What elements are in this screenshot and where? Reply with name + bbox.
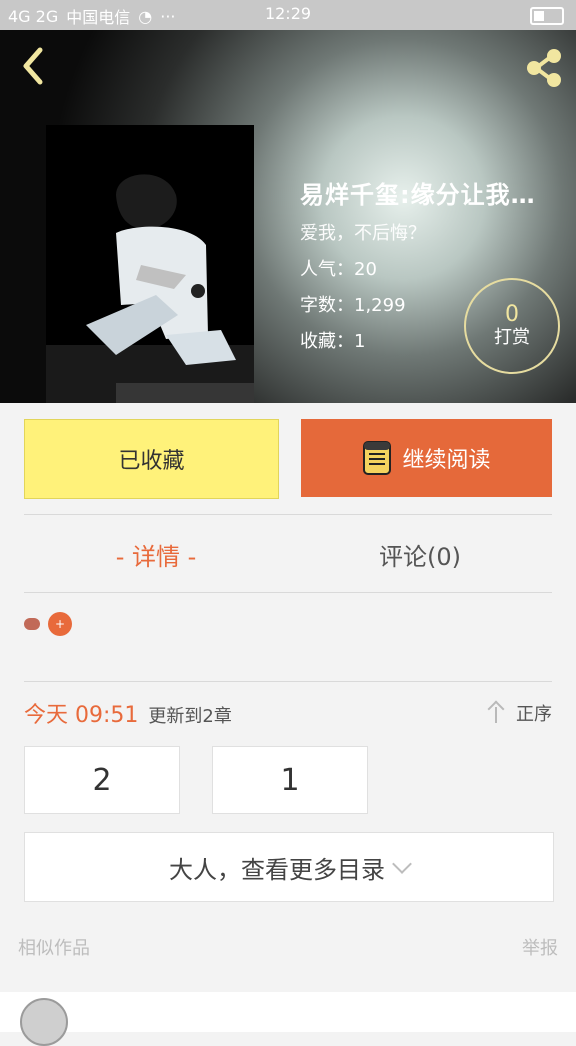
tag-pill[interactable] <box>24 618 40 630</box>
more-catalog-button[interactable]: 大人，查看更多目录 <box>24 832 554 902</box>
chapter-label: 1 <box>280 762 300 798</box>
report-link[interactable]: 举报 <box>522 934 558 960</box>
book-cover-image[interactable] <box>46 125 254 403</box>
chapter-item[interactable]: 2 <box>24 746 180 814</box>
update-description: 更新到2章 <box>148 706 232 727</box>
continue-reading-label: 继续阅读 <box>402 448 491 473</box>
divider-tags <box>24 681 552 682</box>
arrow-up-icon <box>486 703 506 723</box>
tab-details[interactable]: - 详情 - <box>24 516 288 592</box>
word-count-label: 字数： <box>300 295 354 316</box>
favorites-value: 1 <box>354 331 366 352</box>
back-button[interactable] <box>14 46 54 86</box>
status-time: 12:29 <box>264 4 312 23</box>
tip-label: 打赏 <box>494 327 530 349</box>
battery-icon <box>530 7 564 25</box>
footer-labels: 相似作品 举报 <box>18 934 558 960</box>
collected-label: 已收藏 <box>118 449 185 474</box>
popularity-value: 20 <box>354 259 377 280</box>
sort-order-label: 正序 <box>516 704 552 725</box>
update-row: 今天 09:51 更新到2章 正序 <box>24 690 552 736</box>
continue-reading-button[interactable]: 继续阅读 <box>301 419 552 497</box>
tip-button[interactable]: 0 打赏 <box>464 278 560 374</box>
cover-illustration <box>46 125 254 403</box>
divider-tabs <box>24 592 552 593</box>
sort-order-button[interactable]: 正序 <box>486 700 552 726</box>
comment-preview-card <box>0 992 576 1032</box>
chevron-down-icon <box>392 854 412 874</box>
word-count-value: 1,299 <box>354 295 406 316</box>
book-icon <box>363 441 392 475</box>
tip-count: 0 <box>505 302 519 328</box>
tags-row: + <box>24 612 72 636</box>
popularity-label: 人气： <box>300 259 354 280</box>
share-icon <box>527 49 561 87</box>
detail-tabs: - 详情 - 评论(0) <box>24 516 552 592</box>
popularity-row: 人气：20 <box>300 255 570 281</box>
divider-top <box>24 514 552 515</box>
avatar[interactable] <box>20 998 68 1046</box>
update-info: 今天 09:51 更新到2章 <box>24 697 232 729</box>
book-subtitle: 爱我，不后悔？ <box>300 223 426 244</box>
favorites-label: 收藏： <box>300 331 354 352</box>
book-title: 易烊千玺:缘分让我… <box>300 181 536 209</box>
share-button[interactable] <box>522 46 566 90</box>
chevron-left-icon <box>23 47 43 85</box>
status-bar: 4G 2G 中国电信 ◔ ··· 12:29 <box>0 0 576 30</box>
chapter-label: 2 <box>92 762 112 798</box>
more-catalog-label: 大人，查看更多目录 <box>169 855 385 884</box>
primary-actions: 已收藏 继续阅读 <box>24 419 552 499</box>
add-tag-button[interactable]: + <box>48 612 72 636</box>
tab-details-label: - 详情 - <box>115 542 197 571</box>
book-hero: 易烊千玺:缘分让我… 爱我，不后悔？ 人气：20 字数：1,299 收藏：1 0… <box>0 30 576 403</box>
collected-button[interactable]: 已收藏 <box>24 419 279 499</box>
chapter-grid: 2 1 <box>24 746 368 814</box>
similar-works-label: 相似作品 <box>18 938 90 959</box>
tab-comments-label: 评论(0) <box>379 542 461 571</box>
chapter-item[interactable]: 1 <box>212 746 368 814</box>
plus-icon: + <box>54 617 66 631</box>
update-date: 今天 09:51 <box>24 703 139 728</box>
tab-comments[interactable]: 评论(0) <box>288 516 552 592</box>
